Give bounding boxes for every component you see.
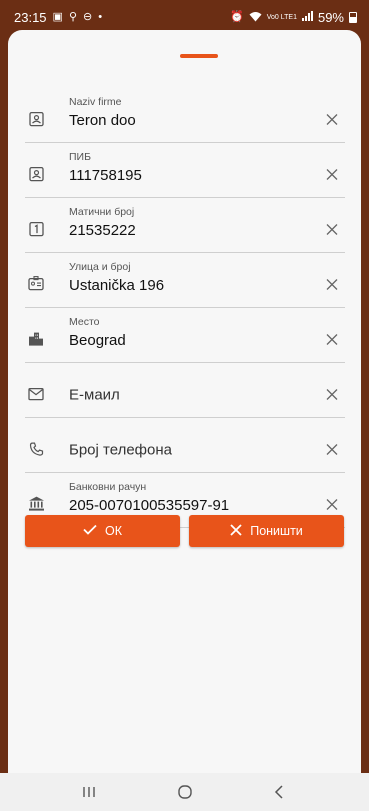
field-value[interactable]: Teron doo <box>69 112 136 129</box>
bank-icon <box>27 495 45 513</box>
signal-icon <box>301 11 313 24</box>
network-label: Vo0 LTE1 <box>266 14 297 21</box>
field-company-name[interactable]: Naziv firme Teron doo <box>25 88 345 143</box>
home-icon[interactable] <box>175 782 195 802</box>
field-label: Место <box>69 316 100 328</box>
clear-icon[interactable] <box>323 496 341 514</box>
wifi-icon <box>249 11 262 25</box>
battery-icon <box>349 12 357 23</box>
clear-icon[interactable] <box>323 331 341 349</box>
battery-percent: 59% <box>317 10 344 25</box>
cancel-button[interactable]: Поништи <box>189 515 344 547</box>
phone-icon <box>27 440 45 458</box>
field-city[interactable]: Место Beograd <box>25 308 345 363</box>
field-value[interactable]: 21535222 <box>69 222 136 239</box>
field-value[interactable]: 111758195 <box>69 167 142 184</box>
address-card-icon <box>27 275 45 293</box>
id-card-icon <box>27 165 45 183</box>
company-form: Naziv firme Teron doo ПИБ 111758195 Мати… <box>25 88 345 528</box>
alarm-icon: ⏰ <box>230 11 244 23</box>
drag-handle[interactable] <box>180 54 218 58</box>
field-registration-number[interactable]: Матични број 21535222 <box>25 198 345 253</box>
cancel-label: Поништи <box>250 524 303 538</box>
city-icon <box>27 330 45 348</box>
location-icon: ⚲ <box>68 11 78 23</box>
field-label: Банковни рачун <box>69 481 147 493</box>
ok-label: ОК <box>104 524 122 538</box>
recent-apps-icon[interactable] <box>79 782 99 802</box>
field-value[interactable]: Beograd <box>69 332 126 349</box>
field-label: Улица и број <box>69 261 131 273</box>
clear-icon[interactable] <box>323 386 341 404</box>
check-icon <box>83 524 97 538</box>
field-street[interactable]: Улица и број Ustanička 196 <box>25 253 345 308</box>
ok-button[interactable]: ОК <box>25 515 180 547</box>
id-card-icon <box>27 110 45 128</box>
field-value[interactable]: Ustanička 196 <box>69 277 164 294</box>
field-pib[interactable]: ПИБ 111758195 <box>25 143 345 198</box>
status-time: 23:15 <box>14 10 47 25</box>
clear-icon[interactable] <box>323 441 341 459</box>
phone-placeholder[interactable]: Број телефона <box>69 442 172 459</box>
field-label: Матични број <box>69 206 135 218</box>
bottom-sheet: Naziv firme Teron doo ПИБ 111758195 Мати… <box>8 30 361 811</box>
back-icon[interactable] <box>269 782 289 802</box>
clear-icon[interactable] <box>323 276 341 294</box>
clear-icon[interactable] <box>323 111 341 129</box>
close-icon <box>230 523 242 539</box>
number-one-icon <box>27 220 45 238</box>
envelope-icon <box>27 385 45 403</box>
system-nav-bar <box>0 773 369 811</box>
email-placeholder[interactable]: Е-маил <box>69 387 120 404</box>
field-phone[interactable]: Број телефона <box>25 418 345 473</box>
notification-icon: ▣ <box>52 11 63 23</box>
clear-icon[interactable] <box>323 221 341 239</box>
dot-icon: • <box>98 11 103 23</box>
field-label: ПИБ <box>69 151 91 163</box>
clear-icon[interactable] <box>323 166 341 184</box>
field-label: Naziv firme <box>69 96 122 108</box>
minus-circle-icon: ⊖ <box>83 11 93 23</box>
field-value[interactable]: 205-0070100535597-91 <box>69 497 229 514</box>
field-email[interactable]: Е-маил <box>25 363 345 418</box>
action-buttons: ОК Поништи <box>25 515 345 547</box>
